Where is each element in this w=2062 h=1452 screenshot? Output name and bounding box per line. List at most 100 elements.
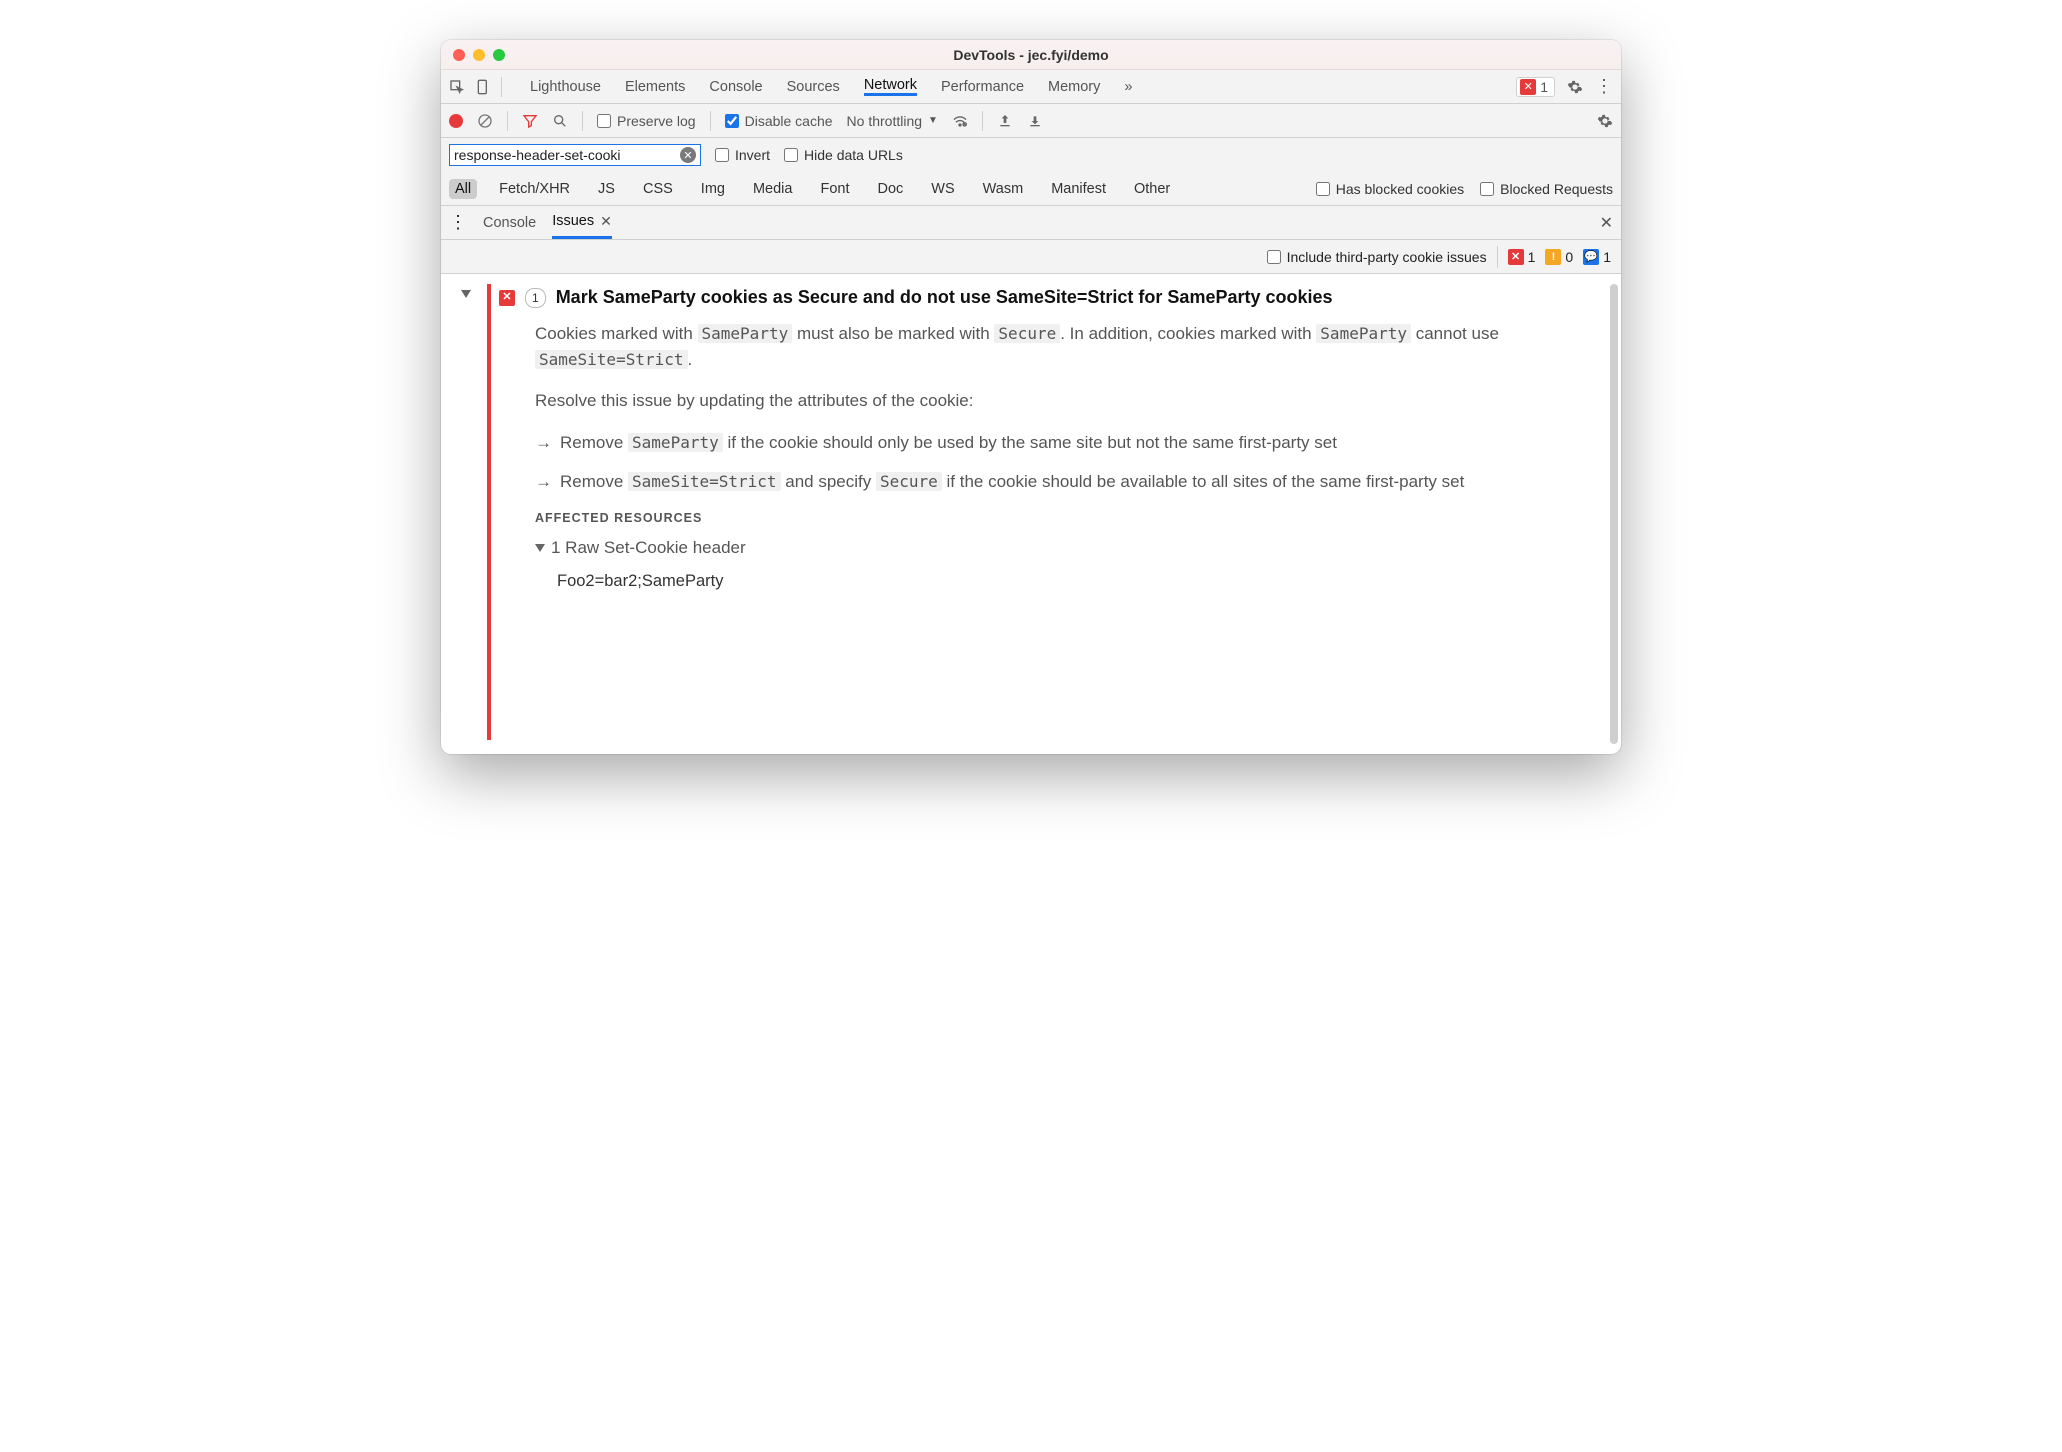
- type-font[interactable]: Font: [814, 179, 855, 199]
- error-count-value: 1: [1540, 79, 1548, 95]
- filter-input-box[interactable]: ✕: [449, 144, 701, 166]
- minimize-window-icon[interactable]: [473, 49, 485, 61]
- cookie-value: Foo2=bar2;SameParty: [535, 569, 1587, 594]
- main-tab-strip: Lighthouse Elements Console Sources Netw…: [441, 70, 1621, 104]
- chevron-down-icon: ▼: [928, 115, 938, 126]
- disable-cache-checkbox[interactable]: Disable cache: [725, 113, 833, 129]
- network-conditions-icon[interactable]: [952, 113, 968, 129]
- issue-body: ✕ 1 Mark SameParty cookies as Secure and…: [441, 274, 1621, 754]
- title-bar: DevTools - jec.fyi/demo: [441, 40, 1621, 70]
- throttling-select[interactable]: No throttling ▼: [847, 113, 938, 129]
- type-js[interactable]: JS: [592, 179, 621, 199]
- disable-cache-label: Disable cache: [745, 113, 833, 129]
- issues-error-count[interactable]: ✕ 1: [1508, 249, 1536, 265]
- issue-count-pill: 1: [525, 288, 546, 308]
- network-settings-gear-icon[interactable]: [1597, 113, 1613, 129]
- affected-resources-heading: AFFECTED RESOURCES: [535, 509, 1587, 528]
- arrow-icon: →: [535, 469, 552, 495]
- drawer-kebab-icon[interactable]: ⋮: [449, 212, 467, 233]
- tab-memory[interactable]: Memory: [1048, 77, 1100, 96]
- raw-header-label: 1 Raw Set-Cookie header: [551, 535, 746, 561]
- issues-info-icon: 💬: [1583, 249, 1599, 265]
- settings-gear-icon[interactable]: [1567, 79, 1583, 95]
- type-img[interactable]: Img: [695, 179, 731, 199]
- issue-bullet-2: → Remove SameSite=Strict and specify Sec…: [535, 469, 1587, 495]
- has-blocked-cookies-checkbox[interactable]: Has blocked cookies: [1316, 181, 1464, 197]
- maximize-window-icon[interactable]: [493, 49, 505, 61]
- issues-error-icon: ✕: [1508, 249, 1524, 265]
- type-other[interactable]: Other: [1128, 179, 1176, 199]
- preserve-log-input[interactable]: [597, 114, 611, 128]
- record-icon[interactable]: [449, 114, 463, 128]
- blocked-requests-label: Blocked Requests: [1500, 181, 1613, 197]
- error-x-icon: ✕: [1520, 79, 1536, 95]
- include-third-party-checkbox[interactable]: Include third-party cookie issues: [1267, 249, 1487, 265]
- tab-lighthouse[interactable]: Lighthouse: [530, 77, 601, 96]
- invert-checkbox[interactable]: Invert: [715, 147, 770, 163]
- has-blocked-cookies-input[interactable]: [1316, 182, 1330, 196]
- type-doc[interactable]: Doc: [871, 179, 909, 199]
- network-toolbar: Preserve log Disable cache No throttling…: [441, 104, 1621, 138]
- clear-filter-icon[interactable]: ✕: [680, 147, 696, 163]
- drawer-tab-issues[interactable]: Issues ✕: [552, 206, 612, 239]
- close-issues-tab-icon[interactable]: ✕: [600, 213, 612, 230]
- kebab-menu-icon[interactable]: ⋮: [1595, 76, 1613, 97]
- tab-network[interactable]: Network: [864, 77, 917, 96]
- type-all[interactable]: All: [449, 179, 477, 199]
- severity-bar: [487, 284, 491, 740]
- issue-description: Cookies marked with SameParty must also …: [499, 321, 1587, 594]
- type-ws[interactable]: WS: [925, 179, 960, 199]
- blocked-requests-input[interactable]: [1480, 182, 1494, 196]
- drawer-tab-console[interactable]: Console: [483, 206, 536, 239]
- type-wasm[interactable]: Wasm: [977, 179, 1030, 199]
- upload-har-icon[interactable]: [997, 113, 1013, 129]
- expand-issue-icon[interactable]: [461, 290, 471, 298]
- tab-performance[interactable]: Performance: [941, 77, 1024, 96]
- invert-label: Invert: [735, 147, 770, 163]
- issue-bullet-1: → Remove SameParty if the cookie should …: [535, 430, 1587, 456]
- chevron-down-icon: [535, 544, 545, 552]
- download-har-icon[interactable]: [1027, 113, 1043, 129]
- filter-input[interactable]: [454, 147, 676, 163]
- invert-input[interactable]: [715, 148, 729, 162]
- blocked-requests-checkbox[interactable]: Blocked Requests: [1480, 181, 1613, 197]
- disable-cache-input[interactable]: [725, 114, 739, 128]
- tab-elements[interactable]: Elements: [625, 77, 685, 96]
- hide-data-urls-input[interactable]: [784, 148, 798, 162]
- clear-icon[interactable]: [477, 113, 493, 129]
- preserve-log-label: Preserve log: [617, 113, 696, 129]
- include-third-party-label: Include third-party cookie issues: [1287, 249, 1487, 265]
- filter-funnel-icon[interactable]: [522, 113, 538, 129]
- close-window-icon[interactable]: [453, 49, 465, 61]
- preserve-log-checkbox[interactable]: Preserve log: [597, 113, 696, 129]
- type-css[interactable]: CSS: [637, 179, 679, 199]
- type-manifest[interactable]: Manifest: [1045, 179, 1112, 199]
- issue-title: Mark SameParty cookies as Secure and do …: [556, 284, 1333, 311]
- drawer-tab-strip: ⋮ Console Issues ✕ ✕: [441, 206, 1621, 240]
- issue-severity-icon: ✕: [499, 290, 515, 306]
- has-blocked-cookies-label: Has blocked cookies: [1336, 181, 1464, 197]
- filter-row: ✕ Invert Hide data URLs: [441, 138, 1621, 172]
- tab-sources[interactable]: Sources: [787, 77, 840, 96]
- include-third-party-input[interactable]: [1267, 250, 1281, 264]
- inspect-element-icon[interactable]: [449, 79, 465, 95]
- hide-data-urls-checkbox[interactable]: Hide data URLs: [784, 147, 903, 163]
- tabs-overflow-icon[interactable]: »: [1124, 77, 1132, 96]
- type-media[interactable]: Media: [747, 179, 799, 199]
- type-filter-row: All Fetch/XHR JS CSS Img Media Font Doc …: [441, 172, 1621, 206]
- type-fetch-xhr[interactable]: Fetch/XHR: [493, 179, 576, 199]
- arrow-icon: →: [535, 430, 552, 456]
- traffic-lights: [441, 49, 505, 61]
- device-toggle-icon[interactable]: [475, 79, 491, 95]
- issues-warn-count[interactable]: ! 0: [1545, 249, 1573, 265]
- error-count-badge[interactable]: ✕ 1: [1516, 77, 1555, 97]
- window-title: DevTools - jec.fyi/demo: [441, 47, 1621, 63]
- close-drawer-icon[interactable]: ✕: [1600, 213, 1613, 233]
- devtools-window: DevTools - jec.fyi/demo Lighthouse Eleme…: [441, 40, 1621, 754]
- panel-tabs: Lighthouse Elements Console Sources Netw…: [518, 77, 1510, 96]
- issues-info-count[interactable]: 💬 1: [1583, 249, 1611, 265]
- search-icon[interactable]: [552, 113, 568, 129]
- tab-console[interactable]: Console: [709, 77, 762, 96]
- raw-header-toggle[interactable]: 1 Raw Set-Cookie header: [535, 535, 1587, 561]
- issues-warn-icon: !: [1545, 249, 1561, 265]
